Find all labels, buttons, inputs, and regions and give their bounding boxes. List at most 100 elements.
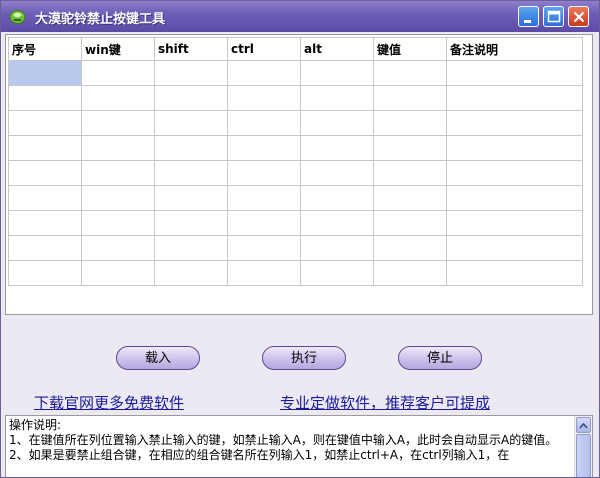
instructions-line-2: 2、如果是要禁止组合键，在相应的组合键名所在列输入1，如禁止ctrl+A，在ct… (9, 448, 510, 462)
stop-button[interactable]: 停止 (398, 346, 482, 370)
grid-cell[interactable] (300, 85, 374, 111)
instructions-line-1: 1、在键值所在列位置输入禁止输入的键，如禁止输入A，则在键值中输入A，此时会自动… (9, 433, 558, 447)
table-row (8, 60, 583, 86)
grid-cell[interactable] (154, 60, 228, 86)
grid-cell[interactable] (8, 235, 82, 261)
grid-cell[interactable] (446, 85, 583, 111)
grid-cell[interactable] (227, 85, 301, 111)
grid-cell[interactable] (81, 235, 155, 261)
grid-cell[interactable] (373, 85, 447, 111)
grid-cell[interactable] (81, 135, 155, 161)
scroll-thumb[interactable] (576, 434, 591, 477)
grid-cell[interactable] (446, 210, 583, 236)
grid-cell[interactable] (8, 135, 82, 161)
grid-cell[interactable] (8, 60, 82, 86)
instructions-heading: 操作说明: (9, 418, 62, 432)
grid-cell[interactable] (446, 235, 583, 261)
grid-cell[interactable] (373, 210, 447, 236)
grid-cell[interactable] (227, 160, 301, 186)
grid-cell[interactable] (446, 185, 583, 211)
app-icon (9, 10, 26, 24)
grid-cell[interactable] (300, 185, 374, 211)
window-title: 大漠驼铃禁止按键工具 (35, 12, 166, 27)
instructions-text: 操作说明: 1、在键值所在列位置输入禁止输入的键，如禁止输入A，则在键值中输入A… (9, 418, 571, 463)
instructions-box[interactable]: 操作说明: 1、在键值所在列位置输入禁止输入的键，如禁止输入A，则在键值中输入A… (5, 415, 593, 477)
grid-cell[interactable] (373, 135, 447, 161)
maximize-button[interactable] (543, 6, 564, 27)
minimize-button[interactable] (518, 6, 539, 27)
column-header-shift[interactable]: shift (154, 37, 228, 61)
title-bar[interactable]: 大漠驼铃禁止按键工具 (1, 1, 599, 32)
grid-cell[interactable] (373, 185, 447, 211)
grid-cell[interactable] (373, 260, 447, 286)
grid-cell[interactable] (300, 235, 374, 261)
grid-cell[interactable] (8, 260, 82, 286)
grid-cell[interactable] (300, 210, 374, 236)
grid-cell[interactable] (227, 185, 301, 211)
grid-cell[interactable] (446, 60, 583, 86)
column-header-keyvalue[interactable]: 键值 (373, 37, 447, 61)
grid-cell[interactable] (8, 110, 82, 136)
grid-cell[interactable] (81, 85, 155, 111)
vertical-scrollbar[interactable] (574, 416, 592, 477)
grid-cell[interactable] (154, 235, 228, 261)
grid-cell[interactable] (300, 260, 374, 286)
grid-cell[interactable] (81, 210, 155, 236)
grid-cell[interactable] (373, 60, 447, 86)
column-header-note[interactable]: 备注说明 (446, 37, 583, 61)
grid-cell[interactable] (8, 85, 82, 111)
grid-cell[interactable] (8, 210, 82, 236)
grid-cell[interactable] (81, 110, 155, 136)
grid-cell[interactable] (227, 235, 301, 261)
grid-cell[interactable] (81, 185, 155, 211)
grid-cell[interactable] (154, 160, 228, 186)
grid-cell[interactable] (81, 260, 155, 286)
close-button[interactable] (568, 6, 589, 27)
header-row: 序号 win键 shift ctrl alt 键值 备注说明 (8, 37, 583, 61)
grid-cell[interactable] (154, 260, 228, 286)
grid-cell[interactable] (300, 110, 374, 136)
column-header-alt[interactable]: alt (300, 37, 374, 61)
column-header-win[interactable]: win键 (81, 37, 155, 61)
grid-cell[interactable] (300, 135, 374, 161)
grid-cell[interactable] (81, 60, 155, 86)
grid-cell[interactable] (373, 160, 447, 186)
grid-cell[interactable] (227, 260, 301, 286)
grid-cell[interactable] (373, 235, 447, 261)
column-header-ctrl[interactable]: ctrl (227, 37, 301, 61)
grid-cell[interactable] (300, 160, 374, 186)
grid-cell[interactable] (300, 60, 374, 86)
grid-cell[interactable] (154, 85, 228, 111)
grid-cell[interactable] (154, 135, 228, 161)
minimize-icon (524, 20, 531, 23)
grid-cell[interactable] (154, 185, 228, 211)
table-row (8, 235, 583, 261)
scroll-up-button[interactable] (576, 417, 591, 433)
load-button[interactable]: 载入 (116, 346, 200, 370)
grid-cell[interactable] (227, 210, 301, 236)
grid-cell[interactable] (227, 135, 301, 161)
grid-cell[interactable] (8, 160, 82, 186)
grid-cell[interactable] (446, 110, 583, 136)
grid-cell[interactable] (154, 110, 228, 136)
maximize-icon (547, 10, 561, 23)
key-grid[interactable]: 序号 win键 shift ctrl alt 键值 备注说明 (5, 34, 593, 315)
table-row (8, 185, 583, 211)
table-row (8, 110, 583, 136)
grid-cell[interactable] (446, 160, 583, 186)
grid-cell[interactable] (8, 185, 82, 211)
grid-cell[interactable] (446, 135, 583, 161)
grid-cell[interactable] (227, 60, 301, 86)
table-row (8, 160, 583, 186)
custom-software-link[interactable]: 专业定做软件，推荐客户可提成 (280, 392, 490, 413)
grid-cell[interactable] (446, 260, 583, 286)
download-link[interactable]: 下载官网更多免费软件 (34, 392, 184, 413)
grid-cell[interactable] (227, 110, 301, 136)
execute-button[interactable]: 执行 (262, 346, 346, 370)
grid-cell[interactable] (81, 160, 155, 186)
column-header-index[interactable]: 序号 (8, 37, 82, 61)
close-icon (573, 11, 585, 23)
grid-cell[interactable] (154, 210, 228, 236)
chevron-up-icon (579, 422, 588, 429)
grid-cell[interactable] (373, 110, 447, 136)
